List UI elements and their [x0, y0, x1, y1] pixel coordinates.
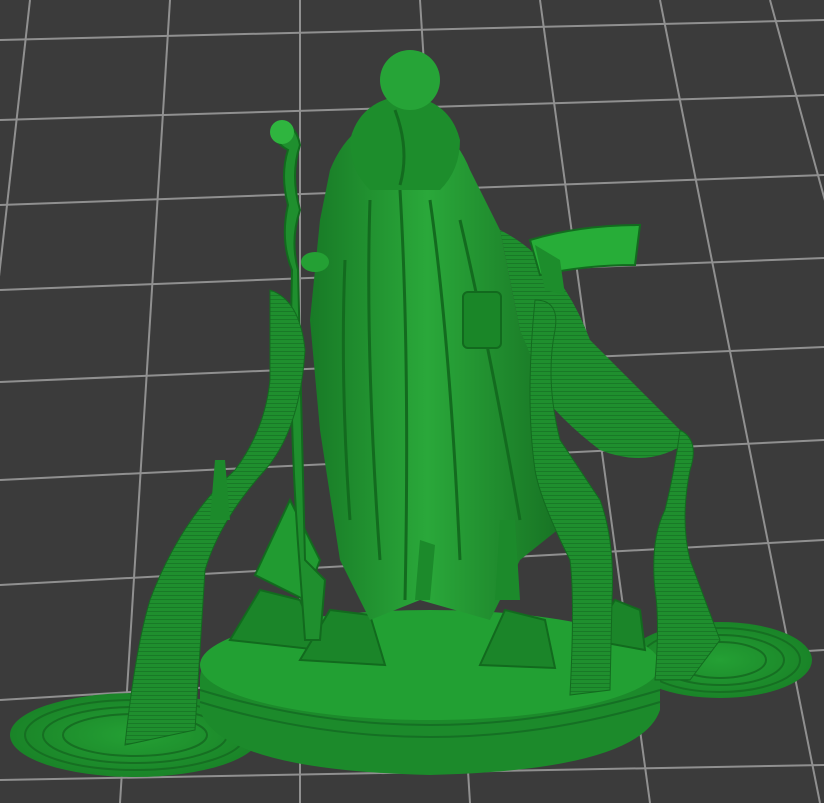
- wizard-head: [350, 50, 460, 190]
- 3d-viewport[interactable]: [0, 0, 824, 803]
- support-column-right: [653, 429, 721, 681]
- belt-pouch: [462, 291, 502, 349]
- open-book: [528, 223, 642, 295]
- print-preview-scene[interactable]: [0, 0, 824, 803]
- wizard-hand: [301, 252, 329, 272]
